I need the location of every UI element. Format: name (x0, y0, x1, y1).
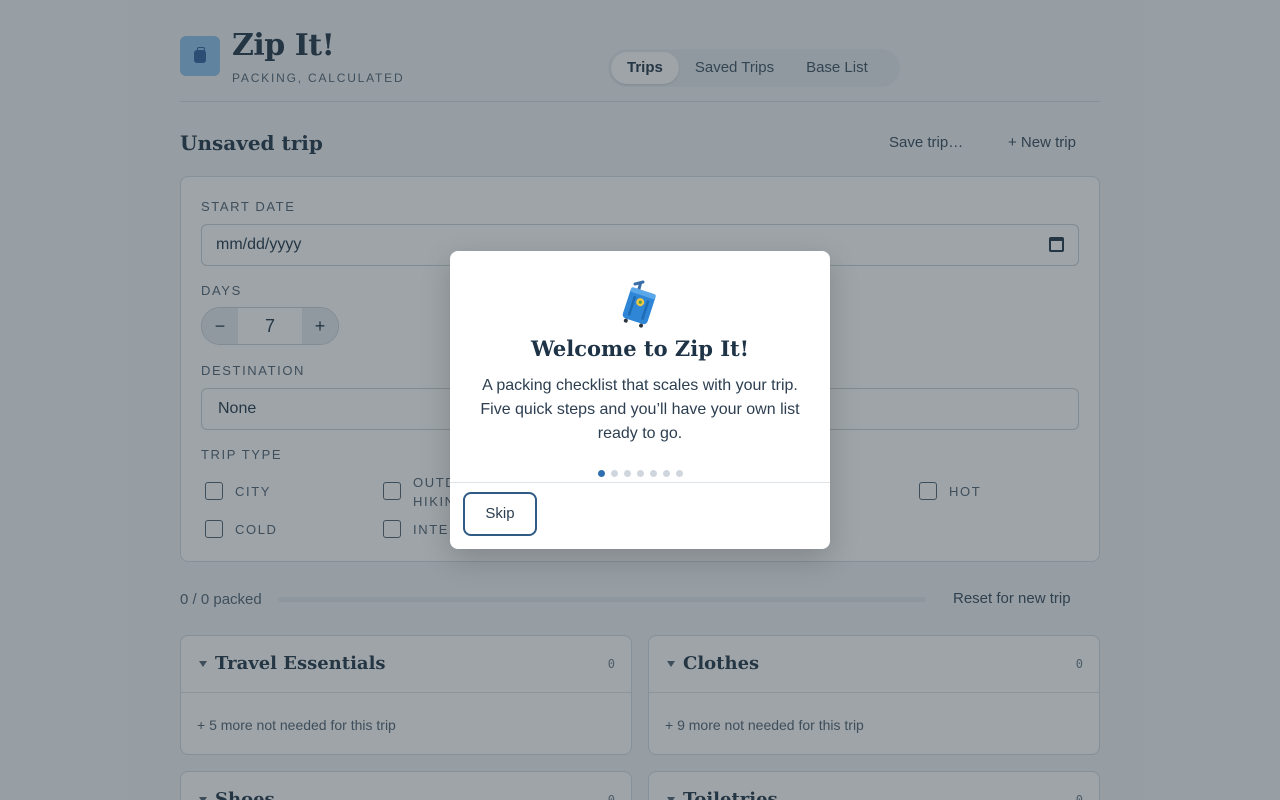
step-dot (623, 470, 631, 477)
step-dot (675, 470, 683, 477)
dialog-body: A packing checklist that scales with you… (480, 377, 800, 442)
step-dot (649, 470, 657, 477)
welcome-dialog: Welcome to Zip It! A packing checklist t… (450, 251, 830, 549)
step-dot (610, 470, 618, 477)
dialog-footer: Skip (450, 482, 830, 549)
step-indicator (450, 470, 830, 477)
step-dot (636, 470, 644, 477)
skip-button[interactable]: Skip (463, 492, 537, 536)
step-dot (597, 470, 605, 477)
step-dot (662, 470, 670, 477)
luggage-icon (622, 280, 656, 328)
dialog-title: Welcome to Zip It! (531, 336, 749, 361)
